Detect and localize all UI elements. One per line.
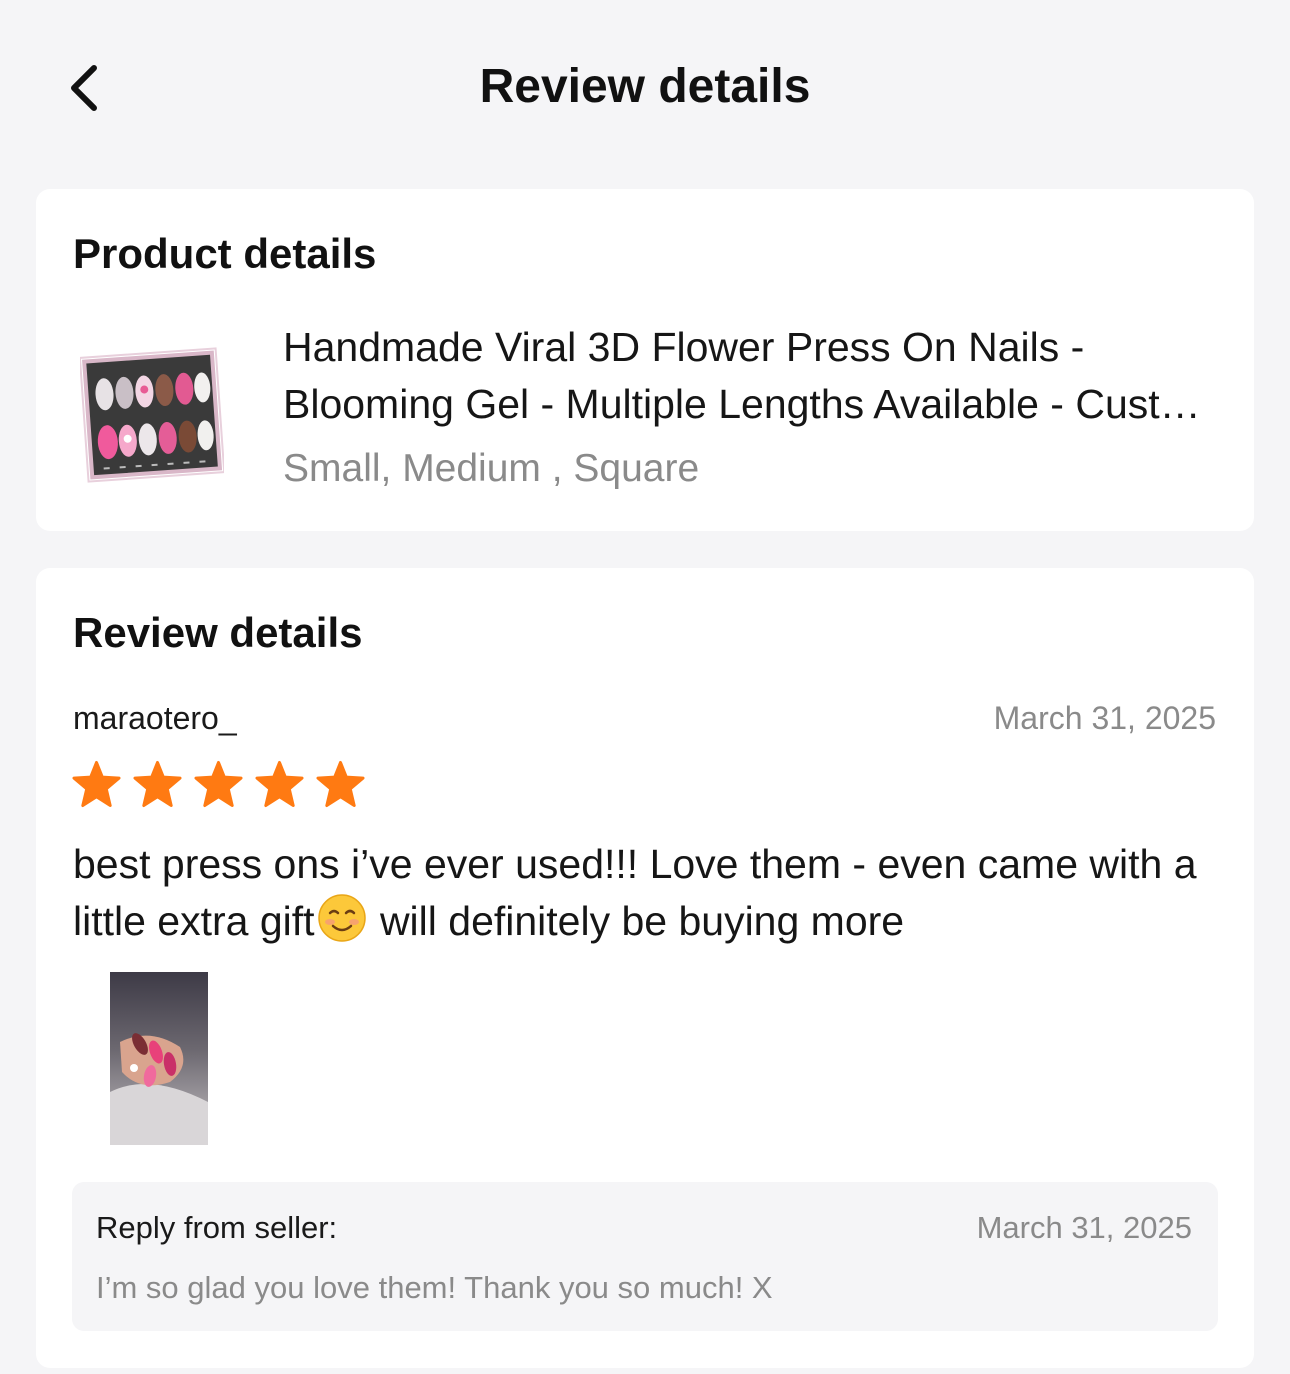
reviewer-name: maraotero_ [73,700,237,736]
product-thumbnail[interactable] [80,341,224,487]
product-variant: Small, Medium , Square [283,447,700,490]
product-details-heading: Product details [73,230,377,277]
product-title[interactable]: Handmade Viral 3D Flower Press On Nails … [283,319,1223,433]
review-text-part-2: will definitely be buying more [368,898,905,944]
page-title: Review details [479,60,811,113]
navigation-bar: Review details [0,0,1290,175]
star-icon [194,760,243,808]
seller-reply-date: March 31, 2025 [976,1210,1192,1245]
smiling-face-icon [317,894,366,942]
review-details-heading: Review details [73,609,363,656]
star-icon [316,760,365,808]
review-photo[interactable] [110,972,208,1145]
review-text: best press ons i’ve ever used!!! Love th… [73,836,1223,950]
seller-reply: Reply from seller: March 31, 2025 I’m so… [72,1182,1218,1331]
review-date: March 31, 2025 [993,700,1216,736]
star-icon [255,760,304,808]
review-details-screen: Review details Product details Handmade … [0,0,1290,1374]
seller-reply-label: Reply from seller: [96,1210,338,1245]
review-details-card: Review details maraotero_ March 31, 2025… [36,568,1254,1368]
star-rating [72,760,365,810]
star-icon [72,760,121,808]
star-icon [133,760,182,808]
product-details-card[interactable]: Product details Handmade Viral 3D Flower… [36,189,1254,531]
seller-reply-text: I’m so glad you love them! Thank you so … [96,1270,773,1305]
